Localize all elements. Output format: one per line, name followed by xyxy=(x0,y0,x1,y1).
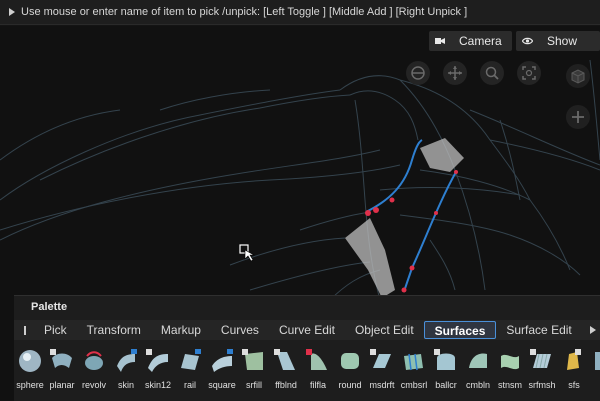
tab-pick[interactable]: Pick xyxy=(34,321,77,339)
eye-icon xyxy=(522,37,533,45)
stnsm-icon xyxy=(501,354,519,370)
tab-object-edit[interactable]: Object Edit xyxy=(345,321,424,339)
tool-skin12[interactable]: skin12 xyxy=(142,343,174,401)
srfill-icon xyxy=(242,349,263,370)
more-tools-icon xyxy=(595,352,600,370)
tool-sphere[interactable]: sphere xyxy=(14,343,46,401)
tabs-scroll-right[interactable] xyxy=(586,320,600,340)
cmbsrl-icon xyxy=(404,353,423,371)
tool-srfill[interactable]: srfill xyxy=(238,343,270,401)
frame-icon[interactable] xyxy=(517,61,541,85)
tool-filfla[interactable]: filfla xyxy=(302,343,334,401)
chevron-right-icon xyxy=(590,326,596,334)
show-label: Show xyxy=(547,34,578,48)
add-view-icon[interactable] xyxy=(566,105,590,129)
tumble-icon[interactable] xyxy=(406,61,430,85)
round-icon xyxy=(341,353,359,369)
tool-srfmsh[interactable]: srfmsh xyxy=(526,343,558,401)
sfs-icon xyxy=(567,349,581,370)
tool-rail[interactable]: rail xyxy=(174,343,206,401)
tool-square[interactable]: square xyxy=(206,343,238,401)
ffblend-icon xyxy=(274,349,295,370)
tool-revolv[interactable]: revolv xyxy=(78,343,110,401)
camera-button[interactable]: Camera xyxy=(429,31,512,51)
filfla-icon xyxy=(306,349,327,370)
square-icon xyxy=(212,349,233,372)
prompt-line: Use mouse or enter name of item to pick … xyxy=(0,0,600,25)
play-icon[interactable] xyxy=(9,8,15,16)
tool-sfs[interactable]: sfs xyxy=(558,343,590,401)
revolve-icon xyxy=(85,351,103,370)
tab-surfaces[interactable]: Surfaces xyxy=(423,321,497,339)
tool-ballcr[interactable]: ballcr xyxy=(430,343,462,401)
srfmsh-icon xyxy=(530,349,551,369)
palette-title: Palette xyxy=(31,301,68,313)
tab-markup[interactable]: Markup xyxy=(151,321,211,339)
tool-cmbsrl[interactable]: cmbsrl xyxy=(398,343,430,401)
tool-next[interactable] xyxy=(590,343,600,401)
tab-curves[interactable]: Curves xyxy=(211,321,269,339)
tool-round[interactable]: round xyxy=(334,343,366,401)
surface-tools: sphere planar revolv skin skin12 rail sq… xyxy=(14,343,600,401)
msdrft-icon xyxy=(370,349,391,368)
rail-icon xyxy=(181,349,201,370)
tool-planar[interactable]: planar xyxy=(46,343,78,401)
tool-ffblnd[interactable]: ffblnd xyxy=(270,343,302,401)
zoom-icon[interactable] xyxy=(480,61,504,85)
view-cube-icon[interactable] xyxy=(566,64,590,88)
pick-cursor-icon xyxy=(239,244,256,262)
tool-stnsm[interactable]: stnsm xyxy=(494,343,526,401)
camera-label: Camera xyxy=(459,34,502,48)
tool-msdrft[interactable]: msdrft xyxy=(366,343,398,401)
skin12-icon xyxy=(146,349,168,372)
show-button[interactable]: Show xyxy=(516,31,600,51)
tab-curve-edit[interactable]: Curve Edit xyxy=(269,321,345,339)
skin-icon xyxy=(117,349,137,372)
prompt-text: Use mouse or enter name of item to pick … xyxy=(21,6,468,18)
planar-icon xyxy=(50,349,72,368)
tab-surface-edit[interactable]: Surface Edit xyxy=(496,321,581,339)
palette-panel: Palette Pick Transform Markup Curves Cur… xyxy=(14,295,600,401)
camera-icon xyxy=(435,38,445,44)
sphere-icon xyxy=(19,350,41,372)
tool-cmbln[interactable]: cmbln xyxy=(462,343,494,401)
track-icon[interactable] xyxy=(443,61,467,85)
ballcr-icon xyxy=(434,349,455,370)
tab-transform[interactable]: Transform xyxy=(77,321,151,339)
cmbln-icon xyxy=(469,353,487,368)
palette-checkbox[interactable] xyxy=(24,325,26,335)
tool-skin[interactable]: skin xyxy=(110,343,142,401)
palette-tabs: Pick Transform Markup Curves Curve Edit … xyxy=(14,320,600,340)
